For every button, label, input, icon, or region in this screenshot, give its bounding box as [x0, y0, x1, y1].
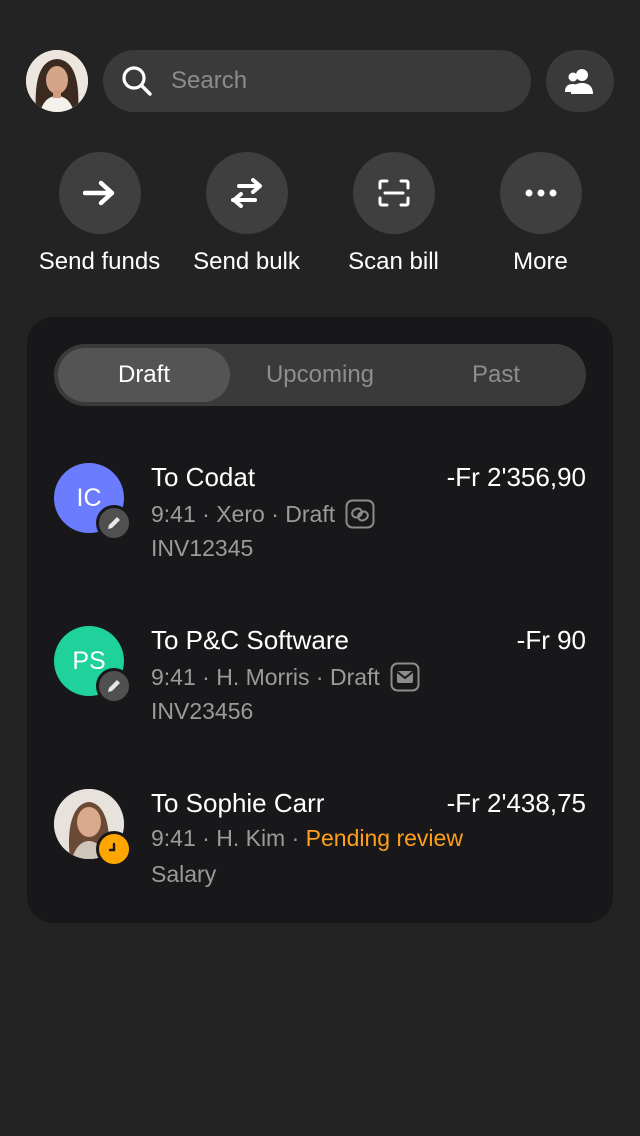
status-pending: Pending review [305, 825, 463, 851]
send-funds-label: Send funds [38, 248, 161, 275]
status: Draft [329, 663, 380, 690]
scan-bill-label: Scan bill [348, 248, 439, 275]
send-funds-circle[interactable] [58, 152, 141, 234]
reference: INV23456 [151, 698, 254, 724]
user-photo-icon [26, 50, 88, 112]
scan-icon [378, 179, 409, 207]
transaction-row[interactable]: PS To P&C Software -Fr 90 9:41 · H. Morr… [54, 625, 586, 756]
meta-separator: · [309, 663, 330, 690]
more-button[interactable]: More [467, 152, 614, 276]
status: Draft [285, 500, 336, 527]
meta-separator: · [195, 825, 217, 851]
pencil-icon [96, 668, 132, 704]
clock-icon [96, 831, 132, 867]
search-icon [122, 66, 152, 96]
contacts-button[interactable] [546, 50, 614, 112]
transaction-row[interactable]: To Sophie Carr -Fr 2'438,75 9:41 · H. Ki… [54, 788, 586, 919]
source: H. Morris [216, 663, 310, 690]
pencil-icon [96, 505, 132, 541]
tab-upcoming[interactable]: Upcoming [232, 348, 408, 402]
time: 9:41 [151, 500, 196, 527]
transaction-meta: 9:41 · H. Morris · Draft [151, 662, 420, 692]
scan-bill-button[interactable]: Scan bill [320, 152, 467, 276]
link-icon [345, 499, 375, 529]
quick-actions: Send funds Send bulk Scan bill More [26, 152, 614, 282]
meta-separator: · [264, 500, 286, 527]
source: H. Kim [216, 825, 286, 851]
more-label: More [513, 248, 568, 275]
transaction-row[interactable]: IC To Codat -Fr 2'356,90 9:41 · Xero · D… [54, 462, 586, 593]
time: 9:41 [151, 663, 196, 690]
payee-name: To Sophie Carr [151, 788, 325, 818]
transactions-card: Draft Upcoming Past IC To Codat -Fr 2'35… [27, 317, 613, 923]
reference: INV12345 [151, 535, 254, 561]
payee-name: To P&C Software [151, 625, 349, 655]
tab-draft[interactable]: Draft [58, 348, 230, 402]
tab-bar: Draft Upcoming Past [54, 344, 586, 406]
transaction-meta: 9:41 · H. Kim · Pending review [151, 825, 463, 852]
top-bar [26, 50, 614, 112]
more-circle[interactable] [499, 152, 582, 234]
send-funds-button[interactable]: Send funds [26, 152, 173, 276]
amount: -Fr 90 [516, 625, 586, 655]
more-dots-icon [525, 189, 556, 197]
search-bar[interactable] [103, 50, 531, 112]
amount: -Fr 2'438,75 [446, 788, 586, 818]
meta-separator: · [195, 500, 217, 527]
transaction-meta: 9:41 · Xero · Draft [151, 499, 375, 529]
arrow-right-icon [82, 180, 114, 206]
source: Xero [216, 500, 265, 527]
send-bulk-button[interactable]: Send bulk [173, 152, 320, 276]
payee-name: To Codat [151, 462, 256, 492]
user-avatar[interactable] [26, 50, 88, 112]
send-bulk-circle[interactable] [205, 152, 288, 234]
reference: Salary [151, 861, 217, 887]
scan-bill-circle[interactable] [352, 152, 435, 234]
meta-separator: · [195, 663, 217, 690]
meta-separator: · [285, 825, 306, 851]
swap-arrows-icon [230, 178, 262, 208]
mail-icon [390, 662, 420, 692]
time: 9:41 [151, 825, 196, 851]
send-bulk-label: Send bulk [193, 248, 300, 275]
tab-past[interactable]: Past [410, 348, 582, 402]
amount: -Fr 2'356,90 [446, 462, 586, 492]
contacts-icon [565, 69, 593, 94]
search-input[interactable] [169, 66, 531, 96]
